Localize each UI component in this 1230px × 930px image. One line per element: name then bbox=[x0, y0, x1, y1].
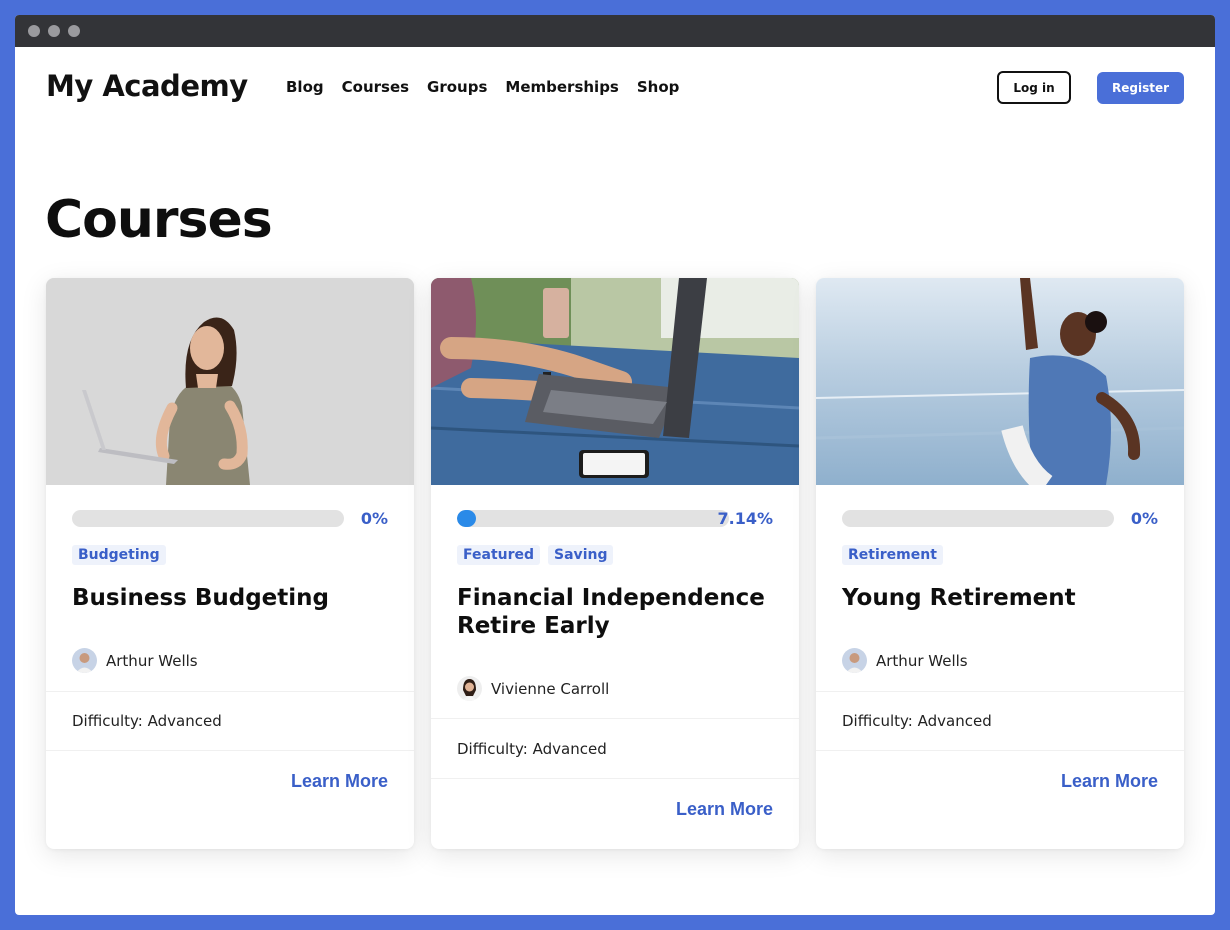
nav-courses[interactable]: Courses bbox=[342, 78, 409, 96]
progress-bar bbox=[457, 510, 729, 527]
learn-more-link[interactable]: Learn More bbox=[291, 771, 388, 792]
course-image[interactable] bbox=[431, 278, 799, 485]
course-author: Arthur Wells bbox=[72, 648, 198, 673]
progress-percent: 0% bbox=[1130, 509, 1158, 528]
progress-bar bbox=[72, 510, 344, 527]
nav-memberships[interactable]: Memberships bbox=[505, 78, 618, 96]
course-card[interactable]: 0% Budgeting Business Budgeting Arthur W… bbox=[46, 278, 414, 849]
author-name: Vivienne Carroll bbox=[491, 679, 610, 698]
author-avatar bbox=[72, 648, 97, 673]
nav-blog[interactable]: Blog bbox=[286, 78, 324, 96]
window-maximize-dot[interactable] bbox=[68, 25, 80, 37]
progress-percent: 7.14% bbox=[717, 509, 773, 528]
main-menu: Blog Courses Groups Memberships Shop bbox=[286, 78, 679, 96]
browser-window: My Academy Blog Courses Groups Membershi… bbox=[15, 15, 1215, 915]
course-tags: Featured Saving bbox=[457, 545, 614, 565]
progress-fill bbox=[457, 510, 477, 527]
course-title[interactable]: Financial Independence Retire Early bbox=[457, 584, 777, 640]
nav-shop[interactable]: Shop bbox=[637, 78, 680, 96]
author-avatar bbox=[457, 676, 482, 701]
window-minimize-dot[interactable] bbox=[48, 25, 60, 37]
course-title[interactable]: Young Retirement bbox=[842, 584, 1162, 612]
course-card[interactable]: 0% Retirement Young Retirement Arthur We… bbox=[816, 278, 1184, 849]
site-header: My Academy Blog Courses Groups Membershi… bbox=[15, 47, 1215, 129]
learn-more-link[interactable]: Learn More bbox=[1061, 771, 1158, 792]
course-difficulty: Difficulty: Advanced bbox=[842, 712, 992, 730]
course-image[interactable] bbox=[46, 278, 414, 485]
card-divider bbox=[431, 778, 799, 779]
course-author: Vivienne Carroll bbox=[457, 676, 609, 701]
course-title[interactable]: Business Budgeting bbox=[72, 584, 392, 612]
course-difficulty: Difficulty: Advanced bbox=[457, 740, 607, 758]
course-difficulty: Difficulty: Advanced bbox=[72, 712, 222, 730]
course-author: Arthur Wells bbox=[842, 648, 968, 673]
learn-more-link[interactable]: Learn More bbox=[676, 799, 773, 820]
progress-percent: 0% bbox=[360, 509, 388, 528]
login-button[interactable]: Log in bbox=[997, 71, 1071, 104]
progress-bar bbox=[842, 510, 1114, 527]
card-divider bbox=[816, 750, 1184, 751]
author-name: Arthur Wells bbox=[876, 651, 968, 670]
nav-groups[interactable]: Groups bbox=[427, 78, 487, 96]
card-divider bbox=[46, 691, 414, 692]
course-tag[interactable]: Saving bbox=[548, 545, 614, 565]
progress-row: 0% bbox=[842, 508, 1158, 528]
progress-row: 0% bbox=[72, 508, 388, 528]
page-title: Courses bbox=[45, 190, 273, 250]
window-close-dot[interactable] bbox=[28, 25, 40, 37]
course-card[interactable]: 7.14% Featured Saving Financial Independ… bbox=[431, 278, 799, 849]
author-name: Arthur Wells bbox=[106, 651, 198, 670]
course-tag[interactable]: Budgeting bbox=[72, 545, 166, 565]
card-divider bbox=[816, 691, 1184, 692]
card-divider bbox=[46, 750, 414, 751]
course-tags: Budgeting bbox=[72, 545, 166, 565]
course-image[interactable] bbox=[816, 278, 1184, 485]
progress-row: 7.14% bbox=[457, 508, 773, 528]
card-divider bbox=[431, 718, 799, 719]
course-tag[interactable]: Retirement bbox=[842, 545, 943, 565]
register-button[interactable]: Register bbox=[1097, 72, 1184, 104]
site-logo[interactable]: My Academy bbox=[46, 69, 248, 103]
course-tags: Retirement bbox=[842, 545, 943, 565]
course-tag[interactable]: Featured bbox=[457, 545, 541, 565]
window-titlebar bbox=[15, 15, 1215, 47]
author-avatar bbox=[842, 648, 867, 673]
